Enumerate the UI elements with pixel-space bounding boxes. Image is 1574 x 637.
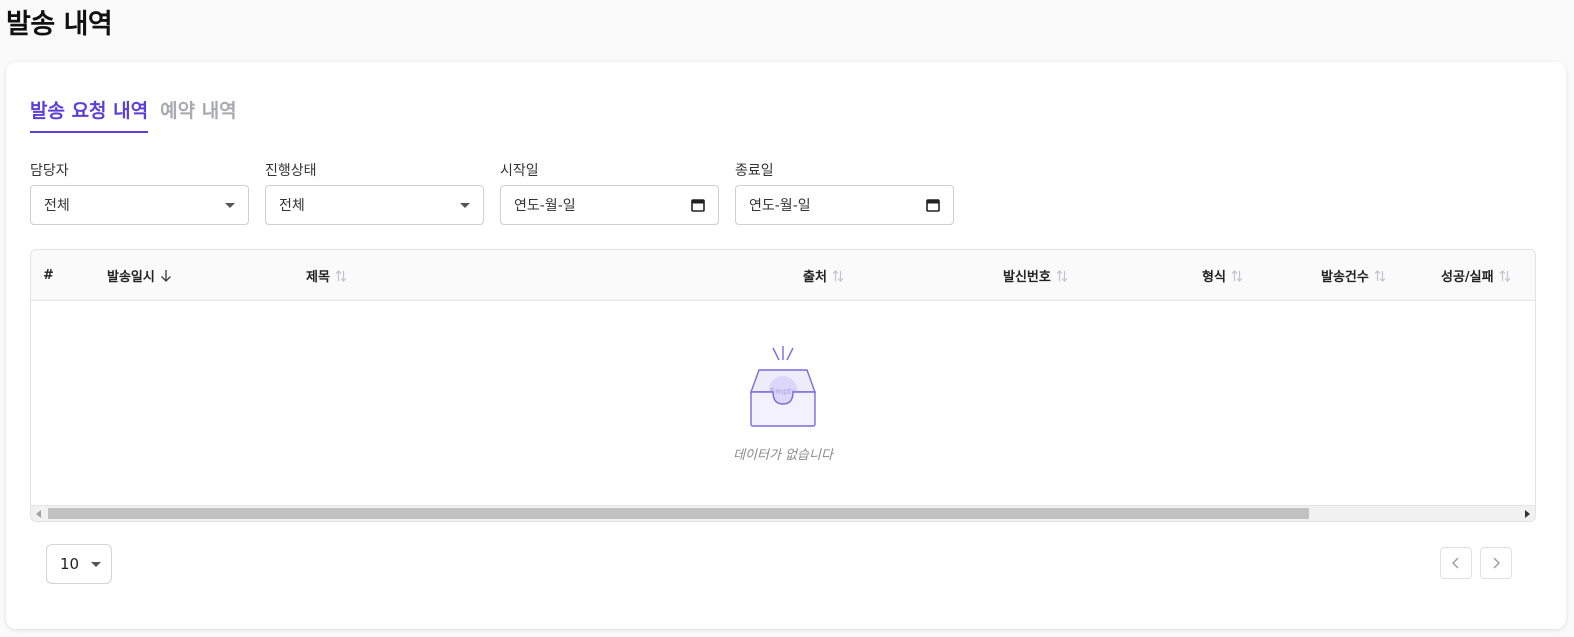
filter-end-date: 종료일 연도-월-일 [735,160,954,225]
manager-select-value: 전체 [44,198,70,214]
table-header: # 발송일시 제목 출처 발신번호 형식 발송건수 성공/실패 [31,250,1535,301]
column-label: 발신번호 [1003,270,1051,285]
chevron-right-icon [1493,557,1500,569]
sort-icon [1499,269,1511,282]
column-label: 발송건수 [1321,270,1369,285]
next-page-button[interactable] [1480,547,1512,579]
scrollbar-thumb[interactable] [48,508,1309,519]
caret-down-icon [91,561,101,567]
chevron-left-icon [1452,557,1459,569]
filter-status-label: 진행상태 [265,163,317,179]
page-size-value: 10 [60,555,80,573]
caret-down-icon [460,202,470,208]
column-label: 형식 [1202,270,1226,285]
start-date-placeholder: 연도-월-일 [514,198,576,214]
column-header-sender-number[interactable]: 발신번호 [1003,250,1068,301]
horizontal-scrollbar[interactable] [31,505,1535,521]
tab-reservations[interactable]: 예약 내역 [160,96,237,133]
filter-bar: 담당자 전체 진행상태 전체 시작일 연도-월-일 종료일 연도-월-일 [30,160,954,225]
scroll-left-icon[interactable] [36,510,41,518]
caret-down-icon [225,202,235,208]
filter-status: 진행상태 전체 [265,160,484,225]
scroll-right-icon[interactable] [1525,510,1530,518]
calendar-icon[interactable] [926,198,940,212]
filter-start-date: 시작일 연도-월-일 [500,160,719,225]
tab-send-requests[interactable]: 발송 요청 내역 [30,96,149,133]
column-label: 제목 [306,270,330,285]
column-label: 성공/실패 [1441,270,1494,285]
sort-desc-icon [160,269,171,282]
sort-icon [1374,269,1386,282]
end-date-input[interactable]: 연도-월-일 [735,185,954,225]
sort-icon [832,269,844,282]
empty-state: Empty 데이터가 없습니다 [31,301,1535,506]
sort-icon [335,269,347,282]
column-header-sent-at[interactable]: 발송일시 [107,250,172,301]
filter-start-date-label: 시작일 [500,163,539,179]
sort-icon [1056,269,1068,282]
status-select-value: 전체 [279,198,305,214]
status-select[interactable]: 전체 [265,185,484,225]
sort-icon [1231,269,1243,282]
prev-page-button[interactable] [1440,547,1472,579]
filter-manager: 담당자 전체 [30,160,249,225]
empty-inbox-icon: Empty [750,346,816,427]
page-title: 발송 내역 [6,9,113,40]
column-header-send-count[interactable]: 발송건수 [1321,250,1386,301]
filter-end-date-label: 종료일 [735,163,774,179]
empty-message: 데이터가 없습니다 [733,448,833,463]
column-header-format[interactable]: 형식 [1202,250,1243,301]
column-header-index: # [43,250,54,301]
column-header-title[interactable]: 제목 [306,250,347,301]
column-label: 발송일시 [107,270,155,285]
column-label: # [43,268,54,283]
start-date-input[interactable]: 연도-월-일 [500,185,719,225]
column-label: 출처 [803,270,827,285]
history-card: 발송 요청 내역 예약 내역 담당자 전체 진행상태 전체 시작일 연도-월-일 [6,62,1566,629]
filter-manager-label: 담당자 [30,163,69,179]
column-header-source[interactable]: 출처 [803,250,844,301]
page-size-select[interactable]: 10 [46,544,112,584]
history-table: # 발송일시 제목 출처 발신번호 형식 발송건수 성공/실패 Empty 데이… [30,249,1536,522]
manager-select[interactable]: 전체 [30,185,249,225]
column-header-success-fail[interactable]: 성공/실패 [1441,250,1511,301]
end-date-placeholder: 연도-월-일 [749,198,811,214]
tab-bar: 발송 요청 내역 예약 내역 [30,96,237,133]
calendar-icon[interactable] [691,198,705,212]
